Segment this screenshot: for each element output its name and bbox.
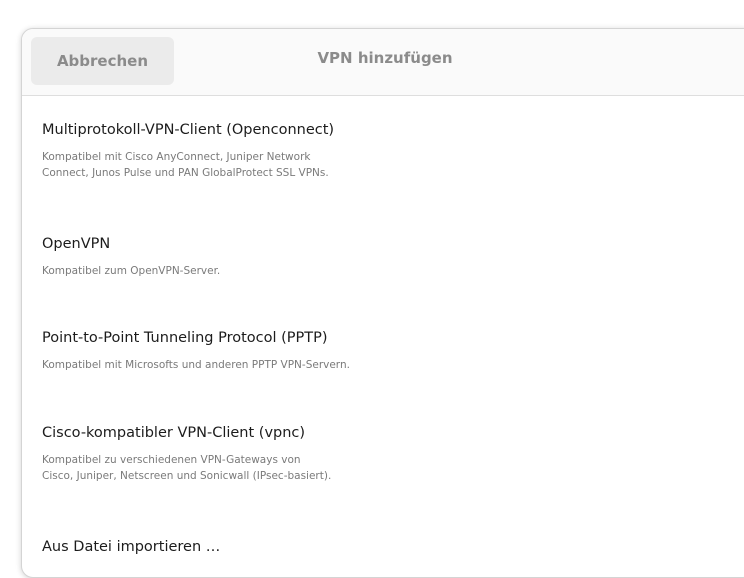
- vpn-option-vpnc[interactable]: Cisco-kompatibler VPN-Client (vpnc) Komp…: [22, 421, 744, 501]
- vpn-option-title: Point-to-Point Tunneling Protocol (PPTP): [42, 330, 328, 346]
- vpn-option-openconnect[interactable]: Multiprotokoll-VPN-Client (Openconnect) …: [22, 118, 744, 198]
- import-from-file-label: Aus Datei importieren …: [42, 539, 221, 555]
- dialog-header: Abbrechen VPN hinzufügen: [22, 29, 744, 96]
- vpn-option-description: Kompatibel mit Cisco AnyConnect, Juniper…: [42, 151, 329, 179]
- add-vpn-dialog: Abbrechen VPN hinzufügen Multiprotokoll-…: [21, 28, 744, 578]
- vpn-option-description: Kompatibel mit Microsofts und anderen PP…: [42, 359, 350, 371]
- dialog-title: VPN hinzufügen: [317, 49, 453, 67]
- vpn-option-title: Cisco-kompatibler VPN-Client (vpnc): [42, 425, 306, 441]
- vpn-option-title: Multiprotokoll-VPN-Client (Openconnect): [42, 122, 335, 138]
- import-from-file-option[interactable]: Aus Datei importieren …: [22, 536, 744, 566]
- vpn-option-title: OpenVPN: [42, 236, 111, 252]
- vpn-option-description: Kompatibel zum OpenVPN-Server.: [42, 265, 221, 277]
- vpn-option-description: Kompatibel zu verschiedenen VPN-Gateways…: [42, 454, 332, 482]
- vpn-option-pptp[interactable]: Point-to-Point Tunneling Protocol (PPTP)…: [22, 326, 744, 386]
- vpn-option-openvpn[interactable]: OpenVPN Kompatibel zum OpenVPN-Server.: [22, 236, 744, 296]
